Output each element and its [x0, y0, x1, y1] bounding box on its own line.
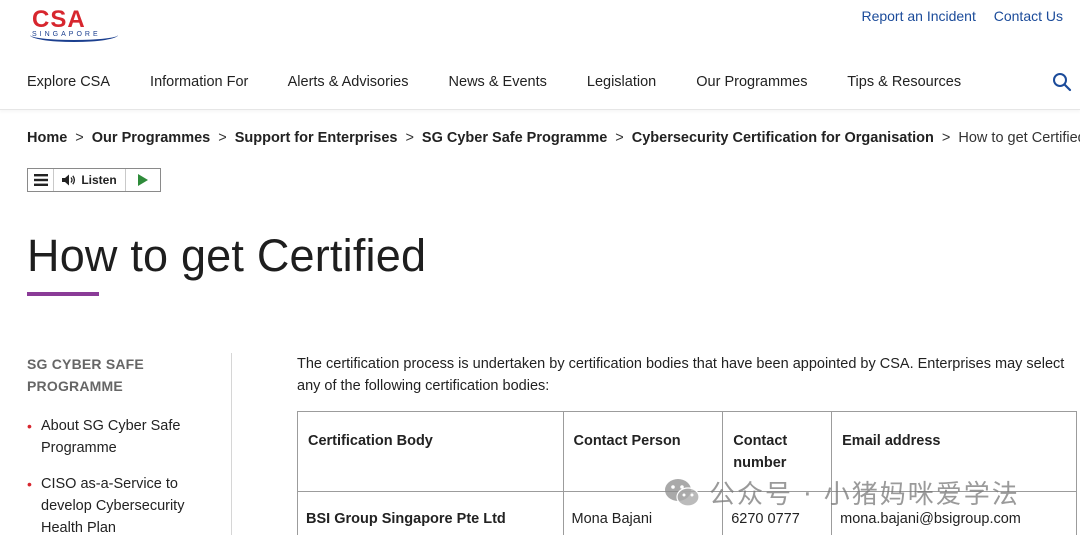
nav-item-tips-resources[interactable]: Tips & Resources — [847, 74, 961, 90]
column-header-certification-body: Certification Body — [297, 411, 564, 492]
breadcrumb-our-programmes[interactable]: Our Programmes — [92, 130, 210, 146]
utility-links: Report an Incident Contact Us — [847, 8, 1063, 24]
cell-certification-body: BSI Group Singapore Pte Ltd — [297, 491, 564, 535]
breadcrumb-separator: > — [941, 130, 951, 146]
watermark-text: 公众号 · 小猪妈咪爱学法 — [709, 480, 1020, 510]
nav-item-explore-csa[interactable]: Explore CSA — [27, 74, 110, 90]
breadcrumb-separator: > — [405, 130, 414, 146]
main-nav: Explore CSA Information For Alerts & Adv… — [27, 74, 997, 90]
nav-item-alerts-advisories[interactable]: Alerts & Advisories — [288, 74, 409, 90]
contact-us-link[interactable]: Contact Us — [994, 8, 1063, 24]
breadcrumb-current: How to get Certified — [958, 130, 1080, 146]
page-title: How to get Certified — [27, 230, 427, 281]
nav-item-legislation[interactable]: Legislation — [587, 74, 656, 90]
nav-item-our-programmes[interactable]: Our Programmes — [696, 74, 807, 90]
breadcrumb-separator: > — [615, 130, 624, 146]
csa-logo[interactable]: CSA SINGAPORE — [30, 8, 118, 42]
sidebar-item-ciso-service[interactable]: CISO as-a-Service to develop Cybersecuri… — [27, 473, 202, 535]
certification-bodies-table: Certification Body Contact Person Contac… — [297, 411, 1077, 535]
sidebar-heading: SG CYBER SAFE PROGRAMME — [27, 356, 144, 394]
search-icon[interactable] — [1052, 72, 1072, 92]
intro-paragraph: The certification process is undertaken … — [297, 356, 1065, 394]
sidebar-list: About SG Cyber Safe Programme CISO as-a-… — [27, 415, 202, 535]
logo-subtext: SINGAPORE — [32, 31, 101, 38]
breadcrumb-home[interactable]: Home — [27, 130, 67, 146]
breadcrumb-sg-cyber-safe[interactable]: SG Cyber Safe Programme — [422, 130, 607, 146]
speaker-icon — [62, 174, 76, 186]
breadcrumb: Home > Our Programmes > Support for Enterpri… — [27, 130, 1080, 146]
site-header: CSA SINGAPORE Report an Incident Contact… — [0, 0, 1080, 110]
sidebar-divider — [231, 353, 232, 535]
listen-label: Listen — [81, 173, 117, 187]
breadcrumb-support-enterprises[interactable]: Support for Enterprises — [235, 130, 398, 146]
play-icon[interactable] — [126, 169, 160, 191]
sidebar: SG CYBER SAFE PROGRAMME About SG Cyber S… — [27, 353, 202, 535]
nav-item-information-for[interactable]: Information For — [150, 74, 248, 90]
breadcrumb-separator: > — [75, 130, 84, 146]
menu-icon[interactable] — [28, 169, 54, 191]
listen-button[interactable]: Listen — [54, 169, 126, 191]
breadcrumb-cybersecurity-certification[interactable]: Cybersecurity Certification for Organisa… — [632, 130, 934, 146]
sidebar-item-about[interactable]: About SG Cyber Safe Programme — [27, 415, 202, 459]
breadcrumb-separator: > — [218, 130, 227, 146]
wechat-icon — [665, 478, 700, 507]
report-incident-link[interactable]: Report an Incident — [861, 8, 975, 24]
listen-widget: Listen — [27, 168, 161, 192]
nav-item-news-events[interactable]: News & Events — [449, 74, 547, 90]
watermark: 公众号 · 小猪妈咪爱学法 — [663, 474, 1020, 511]
title-underline — [27, 292, 99, 296]
